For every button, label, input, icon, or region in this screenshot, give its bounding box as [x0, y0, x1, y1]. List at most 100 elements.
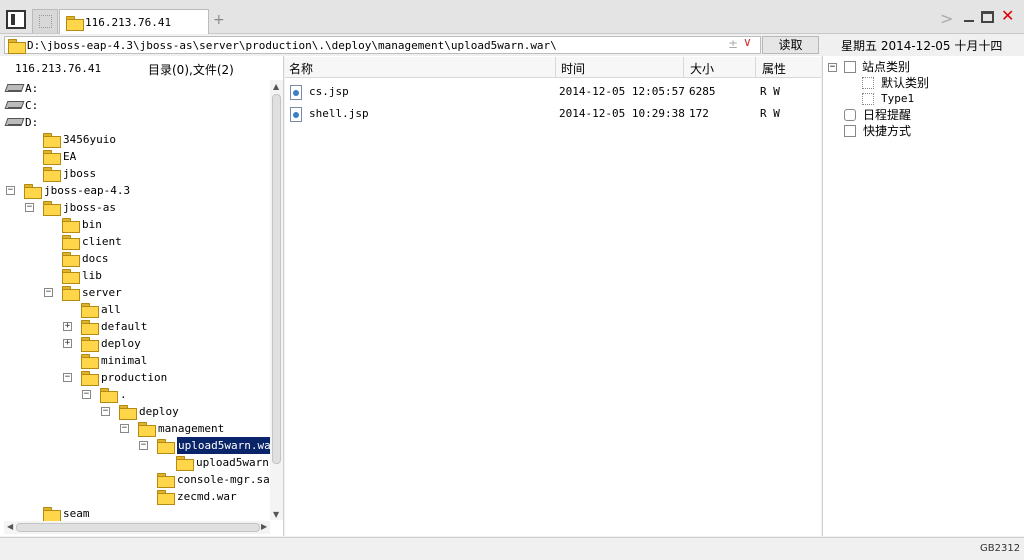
- folder-icon: [157, 473, 175, 488]
- category-icon: [862, 77, 874, 89]
- folder-icon: [8, 39, 26, 54]
- collapse-icon[interactable]: −: [828, 63, 837, 72]
- collapse-icon[interactable]: −: [120, 424, 129, 433]
- tree-item-label: management: [158, 422, 225, 435]
- tree-item-label: deploy: [139, 405, 179, 418]
- column-header-size[interactable]: 大小: [690, 60, 714, 77]
- blank-tab[interactable]: [32, 9, 58, 33]
- file-name: shell.jsp: [309, 107, 369, 120]
- encoding-label: GB2312: [980, 543, 1021, 554]
- scroll-thumb[interactable]: [272, 94, 281, 464]
- tree-counts: 目录(0),文件(2): [148, 63, 234, 77]
- folder-icon: [43, 133, 61, 148]
- folder-icon: [43, 201, 61, 216]
- folder-icon: [176, 456, 194, 471]
- column-divider[interactable]: [755, 57, 756, 78]
- read-button[interactable]: 读取: [762, 36, 819, 54]
- tree-item-label: console-mgr.sar: [177, 473, 277, 486]
- folder-icon: [24, 184, 42, 199]
- folder-icon: [81, 320, 99, 335]
- column-header-time[interactable]: 时间: [561, 60, 585, 77]
- tree-item-label: D:: [25, 116, 39, 129]
- tree-item-label: jboss-eap-4.3: [44, 184, 131, 197]
- new-tab-button[interactable]: +: [213, 12, 225, 28]
- file-name: cs.jsp: [309, 85, 349, 98]
- tab-title: 116.213.76.41: [85, 16, 172, 29]
- maximize-icon[interactable]: [981, 11, 994, 23]
- file-time: 2014-12-05 12:05:57: [559, 85, 685, 98]
- tree-host: 116.213.76.41: [15, 62, 102, 75]
- file-row[interactable]: shell.jsp 2014-12-05 10:29:38 172 R W: [285, 104, 821, 124]
- scroll-thumb[interactable]: [16, 523, 260, 532]
- folder-icon: [43, 167, 61, 182]
- sidebar-item-label: 日程提醒: [863, 108, 912, 122]
- address-input[interactable]: [27, 38, 717, 52]
- tree-item-label: C:: [25, 99, 39, 112]
- column-header-attr[interactable]: 属性: [762, 60, 786, 77]
- file-row[interactable]: cs.jsp 2014-12-05 12:05:57 6285 R W: [285, 82, 821, 102]
- address-bar: ± ∨: [4, 35, 761, 54]
- collapse-icon[interactable]: −: [139, 441, 148, 450]
- column-divider[interactable]: [555, 57, 556, 78]
- file-attr: R W: [760, 107, 780, 120]
- blank-page-icon: [39, 15, 52, 28]
- expand-icon[interactable]: +: [63, 339, 72, 348]
- sidebar-item-label: 站点类别: [862, 60, 911, 74]
- collapse-icon[interactable]: −: [6, 186, 15, 195]
- collapse-icon[interactable]: −: [25, 203, 34, 212]
- minimize-icon[interactable]: [963, 11, 975, 23]
- tab-active[interactable]: 116.213.76.41: [59, 9, 209, 34]
- tree-horizontal-scrollbar[interactable]: [4, 521, 270, 534]
- category-icon: [844, 61, 856, 73]
- folder-icon: [66, 16, 84, 31]
- collapse-icon[interactable]: −: [82, 390, 91, 399]
- file-list-header: 名称 时间 大小 属性: [285, 57, 821, 78]
- tree-item-label: client: [82, 235, 122, 248]
- scroll-down-icon[interactable]: ▼: [273, 510, 279, 519]
- jsp-file-icon: [290, 85, 302, 100]
- folder-icon: [62, 252, 80, 267]
- tree-item-label: jboss-as: [63, 201, 116, 214]
- tree-item-label: 3456yuio: [63, 133, 116, 146]
- category-icon: [862, 93, 874, 105]
- tree-item-label: all: [101, 303, 121, 316]
- tree-item-label: .: [120, 388, 127, 401]
- collapse-icon[interactable]: −: [63, 373, 72, 382]
- chevron-right-icon[interactable]: >: [940, 9, 953, 28]
- drive-icon: [6, 99, 22, 110]
- tree-item-label: deploy: [101, 337, 141, 350]
- file-list: [285, 56, 821, 536]
- folder-icon: [62, 269, 80, 284]
- folder-icon: [119, 405, 137, 420]
- drive-icon: [6, 116, 22, 127]
- scroll-right-icon[interactable]: ▶: [261, 522, 267, 531]
- scroll-up-icon[interactable]: ▲: [273, 82, 279, 91]
- tree-item-label: lib: [82, 269, 102, 282]
- folder-icon: [138, 422, 156, 437]
- plus-minus-icon[interactable]: ±: [728, 37, 738, 51]
- column-header-name[interactable]: 名称: [289, 60, 313, 77]
- folder-icon: [81, 303, 99, 318]
- folder-icon: [62, 235, 80, 250]
- status-bar: [0, 537, 1024, 560]
- chevron-down-icon[interactable]: ∨: [743, 35, 752, 49]
- column-divider[interactable]: [683, 57, 684, 78]
- tree-item-label: docs: [82, 252, 109, 265]
- sidebar-item-label: Type1: [881, 92, 915, 105]
- folder-icon: [43, 150, 61, 165]
- file-attr: R W: [760, 85, 780, 98]
- panel-toggle-icon[interactable]: [6, 10, 26, 29]
- file-size: 172: [689, 107, 709, 120]
- tree-item-label: upload5warn: [196, 456, 269, 469]
- collapse-icon[interactable]: −: [101, 407, 110, 416]
- tree-item-label: default: [101, 320, 148, 333]
- folder-icon: [157, 490, 175, 505]
- scroll-left-icon[interactable]: ◀: [7, 522, 13, 531]
- folder-icon: [43, 507, 61, 522]
- tree-item-label: minimal: [101, 354, 148, 367]
- collapse-icon[interactable]: −: [44, 288, 53, 297]
- close-icon[interactable]: ✕: [1001, 6, 1014, 25]
- tree-vertical-scrollbar[interactable]: [270, 80, 283, 520]
- expand-icon[interactable]: +: [63, 322, 72, 331]
- tree-item-label: jboss: [63, 167, 97, 180]
